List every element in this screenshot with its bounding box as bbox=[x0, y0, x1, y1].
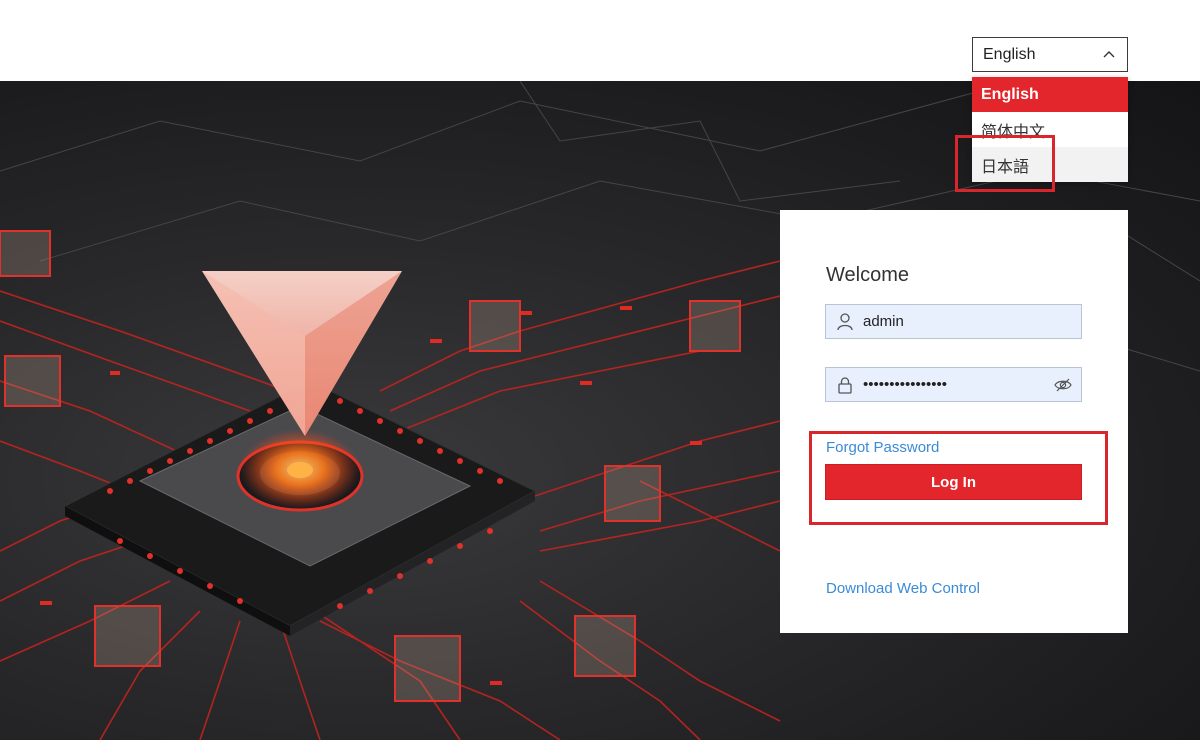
user-icon bbox=[837, 312, 853, 330]
username-value: admin bbox=[863, 313, 904, 330]
chevron-up-icon bbox=[1103, 51, 1115, 58]
login-button[interactable]: Log In bbox=[825, 464, 1082, 500]
language-menu: English 简体中文 日本語 bbox=[972, 77, 1128, 182]
language-select[interactable]: English bbox=[972, 37, 1128, 72]
language-option-chinese[interactable]: 简体中文 bbox=[972, 112, 1128, 147]
username-field[interactable]: admin bbox=[825, 304, 1082, 339]
download-web-control-link[interactable]: Download Web Control bbox=[826, 580, 980, 597]
login-card: Welcome admin •••••••••••••••• Forgot Pa… bbox=[780, 210, 1128, 633]
language-option-japanese[interactable]: 日本語 bbox=[972, 147, 1128, 182]
login-page: English English 简体中文 日本語 Welcome admin •… bbox=[0, 0, 1200, 740]
login-title: Welcome bbox=[826, 264, 909, 286]
language-option-english[interactable]: English bbox=[972, 77, 1128, 112]
forgot-password-link[interactable]: Forgot Password bbox=[826, 439, 939, 456]
password-field[interactable]: •••••••••••••••• bbox=[825, 367, 1082, 402]
language-select-value: English bbox=[983, 45, 1036, 63]
password-value: •••••••••••••••• bbox=[863, 376, 948, 393]
lock-icon bbox=[838, 376, 852, 394]
eye-off-icon[interactable] bbox=[1054, 376, 1072, 394]
